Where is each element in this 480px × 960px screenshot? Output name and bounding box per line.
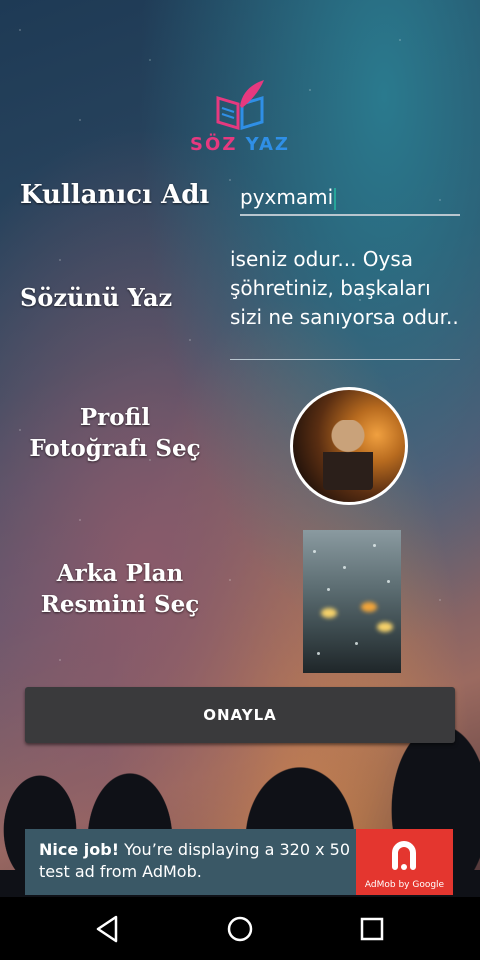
thumb-raindrop bbox=[343, 566, 346, 569]
thumb-raindrop bbox=[387, 580, 390, 583]
thumb-raindrop bbox=[317, 652, 320, 655]
quote-input[interactable]: iseniz odur... Oysa şöhretiniz, başkalar… bbox=[230, 245, 460, 360]
thumb-raindrop bbox=[373, 544, 376, 547]
thumb-raindrop bbox=[355, 642, 358, 645]
username-label: Kullanıcı Adı bbox=[20, 180, 210, 210]
thumb-light bbox=[361, 602, 377, 612]
admob-logo: AdMob by Google bbox=[356, 829, 453, 895]
admob-icon bbox=[392, 841, 416, 870]
logo-text-right: YAZ bbox=[245, 134, 290, 155]
background-label: Arka Plan Resmini Seç bbox=[40, 560, 200, 618]
logo-text-left: SÖZ bbox=[190, 134, 238, 155]
admob-banner[interactable]: Nice job! You’re displaying a 320 x 50 t… bbox=[25, 829, 453, 895]
book-feather-icon bbox=[216, 80, 264, 131]
profile-photo-person bbox=[323, 420, 373, 490]
app-logo: SÖZ YAZ bbox=[184, 78, 296, 162]
thumb-raindrop bbox=[327, 588, 330, 591]
ad-text: Nice job! You’re displaying a 320 x 50 t… bbox=[39, 839, 359, 883]
ad-headline: Nice job! bbox=[39, 840, 120, 859]
profile-photo-label: Profil Fotoğrafı Seç bbox=[29, 404, 201, 462]
username-value: pyxmami bbox=[240, 185, 334, 209]
thumb-light bbox=[377, 622, 393, 632]
background-image-picker[interactable] bbox=[303, 530, 401, 673]
logo-wordmark: SÖZ YAZ bbox=[184, 134, 296, 155]
admob-brand: AdMob by Google bbox=[364, 880, 445, 890]
circle-home-icon[interactable] bbox=[224, 913, 256, 945]
text-caret bbox=[334, 187, 337, 210]
system-nav-bar bbox=[0, 897, 480, 960]
profile-photo-picker[interactable] bbox=[290, 387, 408, 505]
thumb-light bbox=[321, 608, 337, 618]
quote-value: iseniz odur... Oysa şöhretiniz, başkalar… bbox=[230, 247, 459, 329]
thumb-raindrop bbox=[313, 550, 316, 553]
confirm-button[interactable]: ONAYLA bbox=[25, 687, 455, 743]
quote-label: Sözünü Yaz bbox=[20, 283, 173, 312]
username-input[interactable]: pyxmami bbox=[240, 180, 460, 216]
square-recents-icon[interactable] bbox=[356, 913, 388, 945]
triangle-back-icon[interactable] bbox=[92, 913, 124, 945]
